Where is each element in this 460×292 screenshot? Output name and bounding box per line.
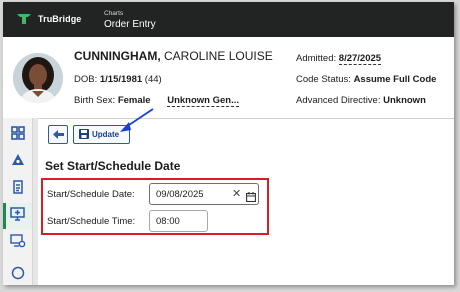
app-window: TruBridge Charts Order Entry CUNNINGHAM,… — [3, 2, 454, 285]
annotation-arrow-icon — [120, 108, 154, 132]
